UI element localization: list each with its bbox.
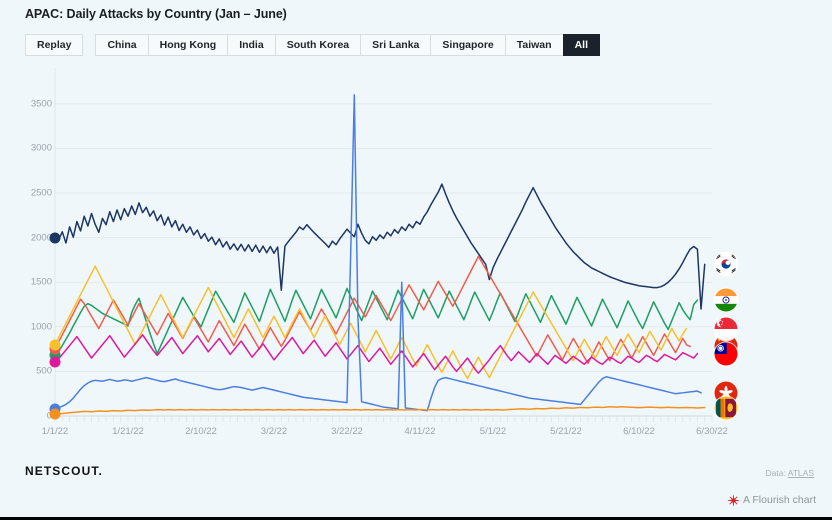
x-axis-tick-label: 6/30/22 — [696, 426, 728, 437]
flourish-credit[interactable]: A Flourish chart — [728, 494, 816, 506]
x-axis-tick-label: 3/22/22 — [331, 426, 363, 437]
x-axis-tick-label: 2/10/22 — [185, 426, 217, 437]
x-axis-labels: 1/1/22 1/21/22 2/10/22 3/2/22 3/22/22 4/11/22… — [0, 426, 832, 442]
filter-button-india[interactable]: India — [227, 34, 275, 56]
data-source-prefix: Data: — [765, 468, 787, 478]
filter-button-singapore[interactable]: Singapore — [430, 34, 504, 56]
x-axis-tick-label: 1/1/22 — [42, 426, 68, 437]
flag-marker-india[interactable] — [715, 289, 738, 312]
page-title: APAC: Daily Attacks by Country (Jan – Ju… — [25, 7, 287, 21]
x-axis-tick-label: 3/2/22 — [261, 426, 287, 437]
flourish-chart-page: APAC: Daily Attacks by Country (Jan – Ju… — [0, 0, 832, 520]
line-chart-svg — [0, 66, 832, 451]
series-line-taiwan — [55, 335, 697, 373]
x-axis-tick-label: 6/10/22 — [623, 426, 655, 437]
filter-button-all[interactable]: All — [563, 34, 600, 56]
series-start-dot-south-korea — [50, 232, 61, 243]
flag-marker-singapore[interactable] — [715, 317, 738, 340]
atlas-link[interactable]: ATLAS — [788, 468, 814, 478]
x-axis-tick-label: 5/1/22 — [480, 426, 506, 437]
country-filter-group: ChinaHong KongIndiaSouth KoreaSri LankaS… — [95, 34, 600, 56]
series-line-sri-lanka — [55, 407, 705, 415]
flourish-star-icon — [728, 495, 739, 506]
filter-button-south-korea[interactable]: South Korea — [275, 34, 360, 56]
filter-button-hong-kong[interactable]: Hong Kong — [148, 34, 228, 56]
x-axis-tick-label: 4/11/22 — [405, 426, 436, 437]
flag-marker-south-korea[interactable] — [715, 253, 738, 276]
series-start-dot-taiwan — [50, 357, 61, 368]
series-start-dot-singapore — [50, 339, 61, 350]
chart-plot-area: 0500100015002000250030003500 — [0, 66, 832, 451]
flag-marker-taiwan[interactable] — [715, 342, 738, 365]
x-axis-tick-label: 5/21/22 — [550, 426, 582, 437]
data-source-note: Data: ATLAS — [765, 468, 814, 478]
netscout-logo: NETSCOUT. — [25, 464, 103, 478]
filter-button-row: Replay ChinaHong KongIndiaSouth KoreaSri… — [25, 34, 600, 56]
filter-button-sri-lanka[interactable]: Sri Lanka — [360, 34, 430, 56]
replay-button[interactable]: Replay — [25, 34, 83, 56]
flag-marker-sri-lanka[interactable] — [715, 396, 738, 419]
filter-button-taiwan[interactable]: Taiwan — [505, 34, 563, 56]
series-line-south-korea — [55, 184, 705, 309]
filter-button-china[interactable]: China — [95, 34, 147, 56]
flourish-credit-label: A Flourish chart — [743, 494, 816, 506]
x-axis-tick-label: 1/21/22 — [112, 426, 144, 437]
series-start-dot-sri-lanka — [50, 409, 61, 420]
